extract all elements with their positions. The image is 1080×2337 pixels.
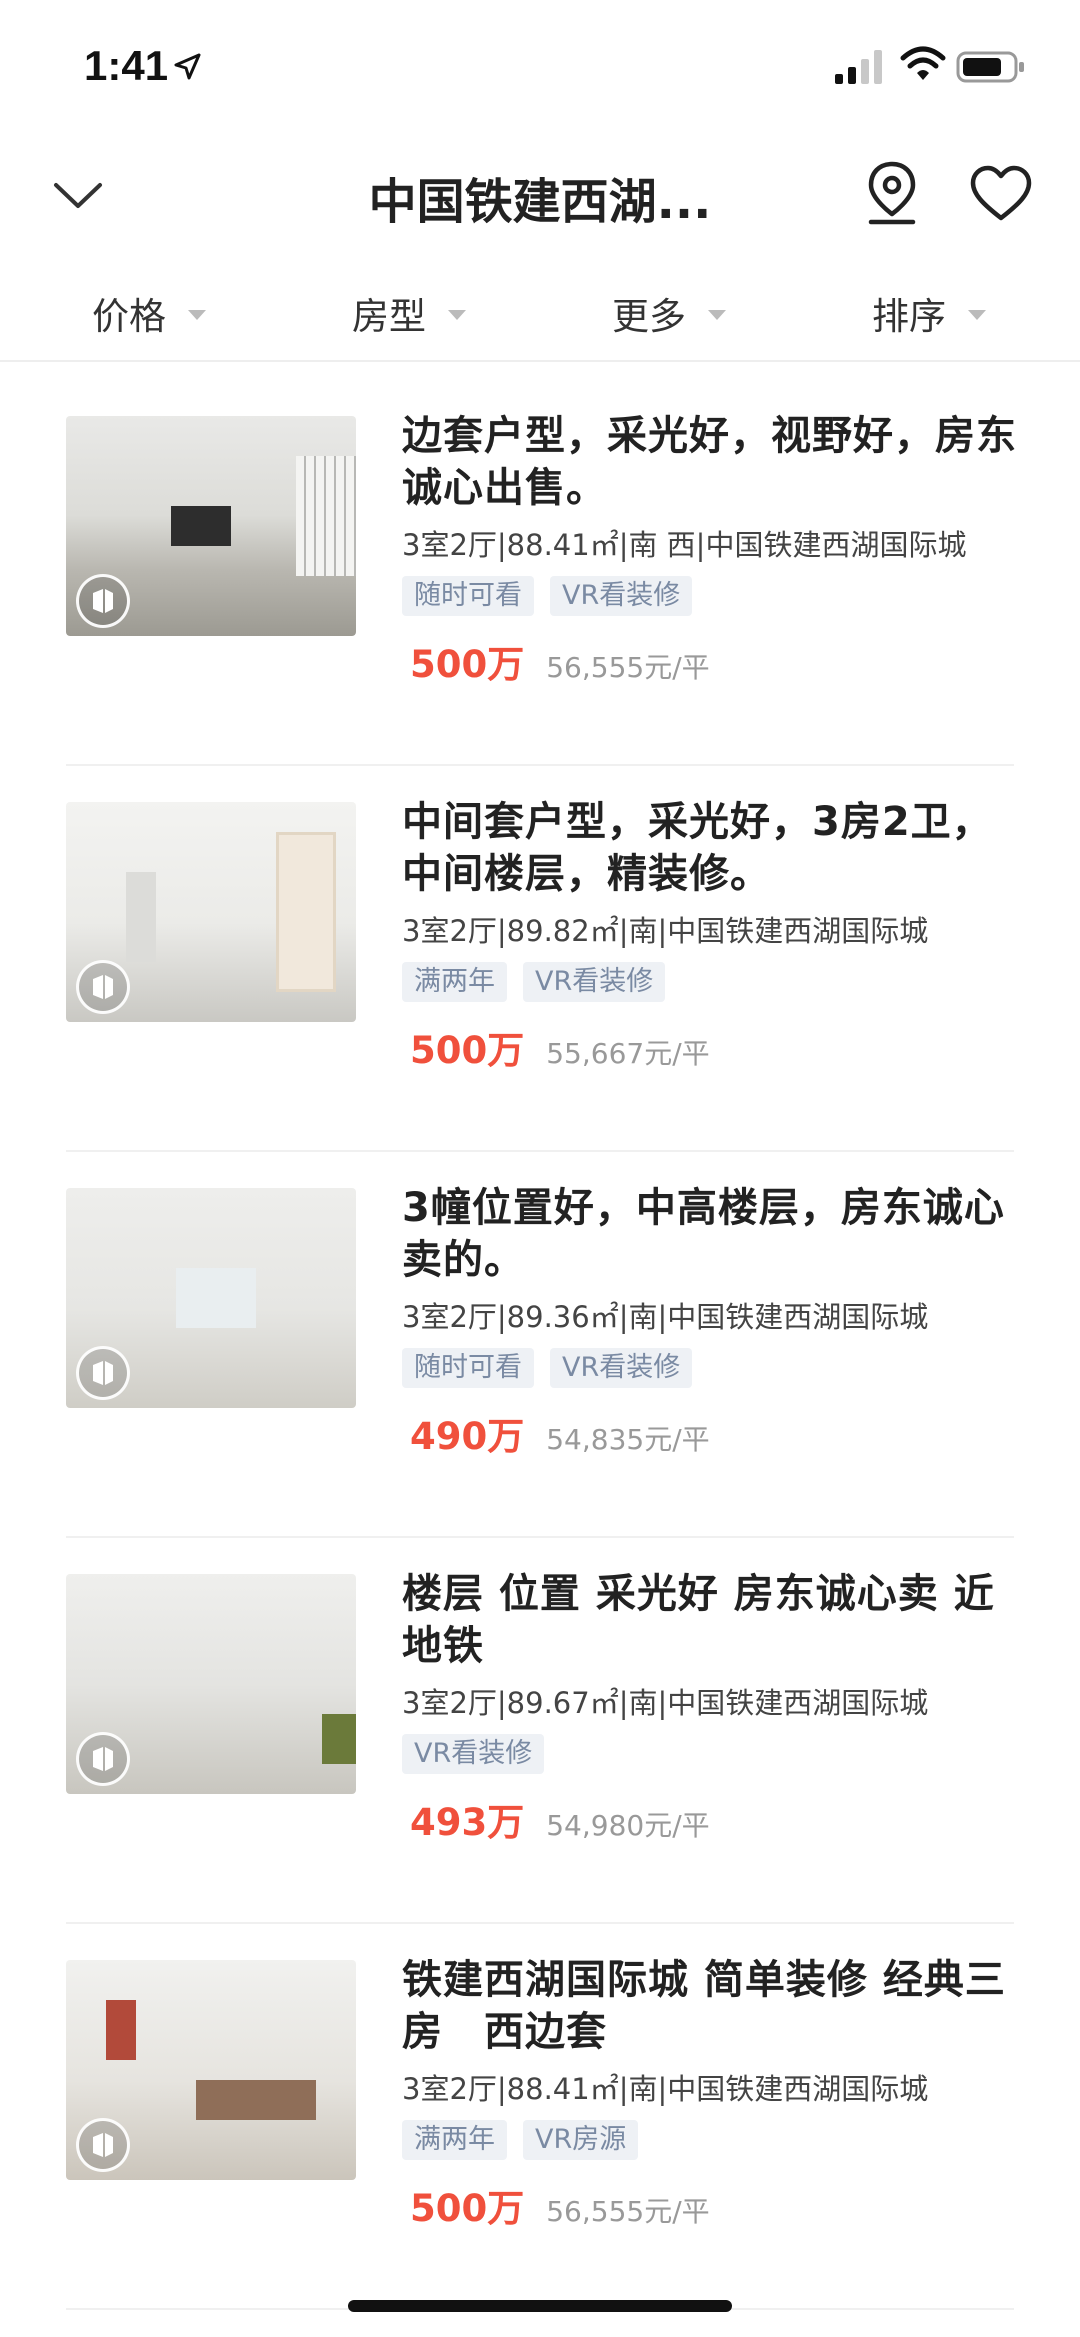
listing-card[interactable]: 楼层 位置 采光好 房东诚心卖 近地铁 3室2厅|89.67㎡|南|中国铁建西湖… (66, 1538, 1014, 1924)
listing-price: 493万 (410, 1801, 525, 1844)
caret-down-icon (188, 309, 206, 320)
favorite-button[interactable] (968, 164, 1034, 224)
listing-photo[interactable] (66, 1960, 356, 2180)
listing-photo[interactable] (66, 416, 356, 636)
listing-unit-price: 56,555元/平 (546, 2195, 710, 2228)
filter-bar: 价格 房型 更多 排序 (0, 265, 1080, 362)
listing-title: 中间套户型，采光好，3房2卫，中间楼层，精装修。 (402, 799, 993, 897)
wifi-icon (900, 46, 946, 80)
chevron-down-icon (54, 183, 102, 208)
vr-badge-icon (76, 574, 130, 628)
listing-photo[interactable] (66, 1188, 356, 1408)
listing-unit-price: 55,667元/平 (546, 1037, 710, 1070)
listing-unit-price: 54,980元/平 (546, 1809, 710, 1842)
listing-tag: VR看装修 (402, 1734, 545, 1774)
caret-down-icon (708, 309, 726, 320)
listing-title: 楼层 位置 采光好 房东诚心卖 近地铁 (402, 1571, 995, 1669)
listing-unit-price: 54,835元/平 (546, 1423, 710, 1456)
listing-card[interactable]: 边套户型，采光好，视野好，房东诚心出售。 3室2厅|88.41㎡|南 西|中国铁… (66, 380, 1016, 766)
listing-card[interactable]: 中间套户型，采光好，3房2卫，中间楼层，精装修。 3室2厅|89.82㎡|南|中… (66, 766, 1014, 1152)
status-bar: 1:41 (0, 0, 1080, 130)
listing-tag: 随时可看 (402, 1348, 534, 1388)
cellular-signal-icon (835, 50, 882, 84)
listing-meta: 3室2厅|88.41㎡|南|中国铁建西湖国际城 (402, 2072, 929, 2106)
listing-price: 500万 (410, 1029, 525, 1072)
listing-price: 500万 (410, 2187, 525, 2230)
listing-tag: 满两年 (402, 962, 507, 1002)
listing-tag: VR看装修 (523, 962, 666, 1002)
listing-meta: 3室2厅|89.36㎡|南|中国铁建西湖国际城 (402, 1300, 929, 1334)
battery-icon (956, 51, 1024, 83)
listing-card[interactable]: 3幢位置好，中高楼层，房东诚心卖的。 3室2厅|89.36㎡|南|中国铁建西湖国… (66, 1152, 1014, 1538)
vr-badge-icon (76, 1732, 130, 1786)
vr-badge-icon (76, 960, 130, 1014)
listing-tag: 满两年 (402, 2120, 507, 2160)
listing-meta: 3室2厅|89.82㎡|南|中国铁建西湖国际城 (402, 914, 929, 948)
listing-photo[interactable] (66, 1574, 356, 1794)
nav-header: 中国铁建西湖... (0, 140, 1080, 250)
listing-photo[interactable] (66, 802, 356, 1022)
listing-tag: VR房源 (523, 2120, 639, 2160)
listing-meta: 3室2厅|89.67㎡|南|中国铁建西湖国际城 (402, 1686, 929, 1720)
listing-tag: VR看装修 (550, 576, 693, 616)
filter-label: 房型 (352, 294, 426, 338)
filter-sort[interactable]: 排序 (872, 285, 986, 340)
filter-price[interactable]: 价格 (92, 285, 206, 340)
filter-layout[interactable]: 房型 (352, 285, 466, 340)
listing-card[interactable]: 铁建西湖国际城 简单装修 经典三房 西边套 3室2厅|88.41㎡|南|中国铁建… (66, 1924, 1014, 2310)
filter-label: 排序 (872, 294, 946, 338)
listing-tag: 随时可看 (402, 576, 534, 616)
filter-label: 价格 (92, 294, 166, 338)
filter-more[interactable]: 更多 (612, 285, 726, 340)
collapse-button[interactable] (48, 170, 108, 220)
heart-icon (970, 165, 1032, 221)
listing-title: 3幢位置好，中高楼层，房东诚心卖的。 (402, 1185, 1005, 1283)
listing-title: 铁建西湖国际城 简单装修 经典三房 西边套 (402, 1957, 1006, 2055)
map-pin-icon (868, 161, 916, 225)
map-button[interactable] (862, 158, 922, 228)
vr-badge-icon (76, 1346, 130, 1400)
vr-badge-icon (76, 2118, 130, 2172)
listing-tag: VR看装修 (550, 1348, 693, 1388)
caret-down-icon (968, 309, 986, 320)
listing-meta: 3室2厅|88.41㎡|南 西|中国铁建西湖国际城 (402, 528, 967, 562)
listing-list: 边套户型，采光好，视野好，房东诚心出售。 3室2厅|88.41㎡|南 西|中国铁… (0, 380, 1080, 2310)
listing-price: 490万 (410, 1415, 525, 1458)
location-arrow-icon (174, 53, 201, 80)
listing-price: 500万 (410, 643, 525, 686)
status-time: 1:41 (84, 42, 169, 89)
filter-label: 更多 (612, 294, 686, 338)
listing-unit-price: 56,555元/平 (546, 651, 710, 684)
home-indicator[interactable] (348, 2300, 732, 2312)
page-title: 中国铁建西湖... (368, 174, 712, 230)
listing-title: 边套户型，采光好，视野好，房东诚心出售。 (402, 413, 1017, 511)
caret-down-icon (448, 309, 466, 320)
